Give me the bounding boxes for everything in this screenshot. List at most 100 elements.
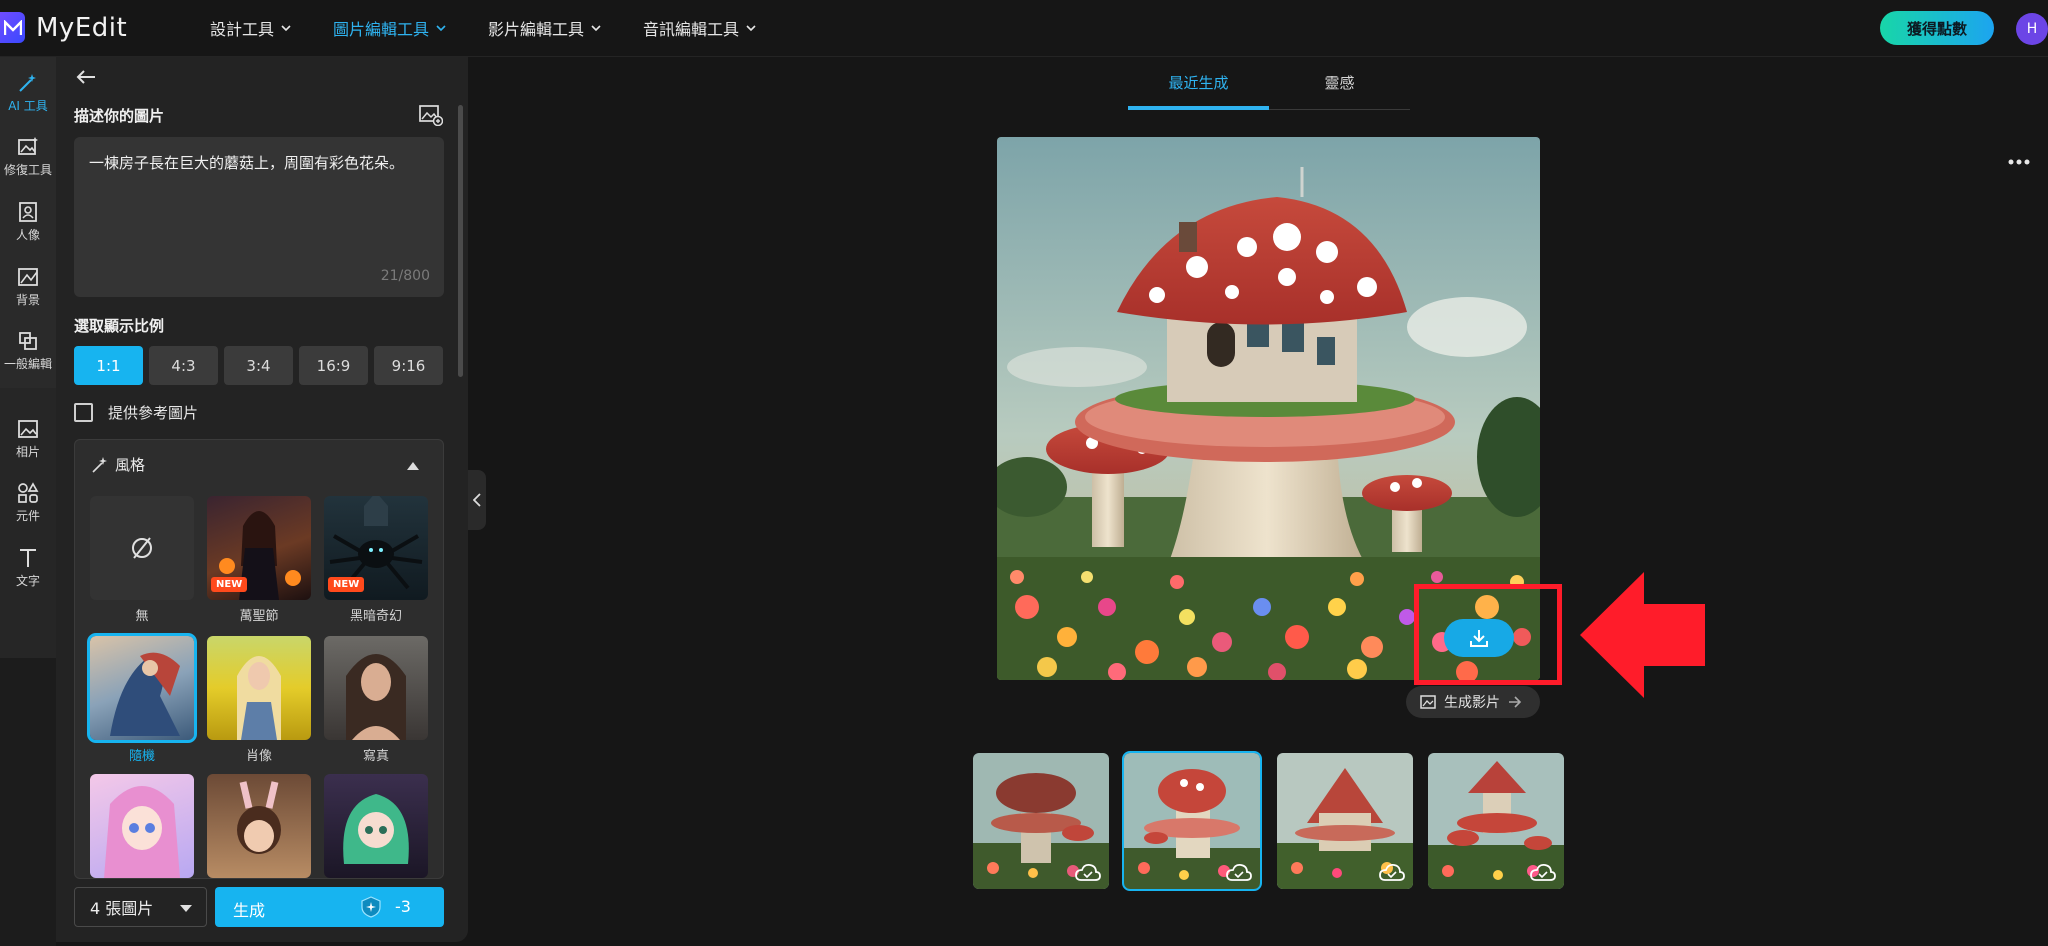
cloud-save-icon[interactable] [1075, 863, 1101, 883]
image-add-icon [419, 105, 444, 127]
style-tile-photo[interactable] [324, 636, 428, 740]
style-tile-halloween[interactable]: NEW [207, 496, 311, 600]
style-header[interactable]: 風格 [91, 454, 145, 475]
rail-label: 文字 [15, 574, 40, 588]
style-tile-anime[interactable] [90, 774, 194, 878]
result-thumbnail[interactable] [1277, 753, 1413, 889]
ratio-4-3-button[interactable]: 4:3 [149, 346, 218, 385]
ratio-16-9-button[interactable]: 16:9 [299, 346, 368, 385]
rail-item-ai-tools[interactable]: AI 工具 [0, 72, 56, 114]
style-label: 萬聖節 [239, 609, 279, 624]
style-label: 無 [135, 609, 149, 624]
result-thumbnail[interactable] [1428, 753, 1564, 889]
background-icon [18, 268, 38, 286]
panel-scrollbar[interactable] [458, 105, 463, 377]
nav-label: 設計工具 [210, 20, 275, 39]
text-icon [20, 549, 36, 567]
style-tile-random[interactable] [87, 633, 197, 743]
crop-icon [19, 332, 37, 350]
chevron-down-icon [746, 24, 756, 31]
rail-item-repair-tools[interactable]: 修復工具 [0, 136, 56, 178]
result-thumbnail-selected[interactable] [1122, 751, 1262, 891]
style-title: 風格 [115, 456, 146, 474]
myedit-logo-icon [0, 12, 25, 43]
generate-video-label: 生成影片 [1444, 695, 1500, 711]
rail-item-text[interactable]: 文字 [0, 547, 56, 589]
avatar[interactable]: H [2016, 13, 2048, 45]
arrow-left-icon [76, 70, 95, 84]
chevron-left-icon [473, 493, 481, 507]
char-count: 21/800 [380, 268, 430, 285]
nav-video-tools[interactable]: 影片編輯工具 [488, 16, 601, 40]
new-badge: NEW [211, 577, 248, 592]
credit-shield-icon [361, 896, 381, 918]
rail-label: 背景 [15, 293, 40, 307]
tab-inspiration[interactable]: 靈感 [1269, 62, 1410, 109]
ai-generate-panel: 描述你的圖片 一棟房子長在巨大的蘑菇上，周圍有彩色花朵。 21/800 選取顯示… [56, 57, 468, 942]
portrait-icon [19, 202, 37, 222]
ratio-9-16-button[interactable]: 9:16 [374, 346, 443, 385]
ratio-1-1-button[interactable]: 1:1 [74, 346, 143, 385]
result-thumbnail[interactable] [973, 753, 1109, 889]
rail-item-elements[interactable]: 元件 [0, 482, 56, 524]
nav-design-tools[interactable]: 設計工具 [210, 16, 291, 40]
describe-title: 描述你的圖片 [74, 107, 165, 125]
rail-item-portrait[interactable]: 人像 [0, 201, 56, 243]
nav-audio-tools[interactable]: 音訊編輯工具 [643, 16, 756, 40]
style-label: 黑暗奇幻 [349, 609, 402, 624]
rail-item-photos[interactable]: 相片 [0, 418, 56, 460]
chevron-down-icon [591, 24, 601, 31]
prompt-textarea[interactable]: 一棟房子長在巨大的蘑菇上，周圍有彩色花朵。 21/800 [74, 137, 444, 297]
style-tile-dark-fantasy[interactable]: NEW [324, 496, 428, 600]
photo-icon [18, 420, 38, 438]
get-points-button[interactable]: 獲得點數 [1880, 11, 1994, 45]
reference-image-option[interactable]: 提供參考圖片 [74, 402, 198, 423]
collapse-panel-button[interactable] [468, 470, 486, 530]
magic-wand-icon [92, 456, 107, 473]
image-fix-icon [18, 137, 38, 155]
style-tile-chibi[interactable] [324, 774, 428, 878]
style-label: 寫真 [362, 749, 389, 764]
image-count-select[interactable]: 4 張圖片 [74, 887, 207, 927]
credit-cost: -3 [395, 897, 411, 916]
back-button[interactable] [76, 69, 96, 89]
rail-item-background[interactable]: 背景 [0, 266, 56, 308]
rail-label: 元件 [15, 509, 40, 523]
rail-label: AI 工具 [8, 99, 48, 113]
pointer-arrow-annotation [1580, 572, 1705, 698]
nav-image-tools[interactable]: 圖片編輯工具 [333, 16, 446, 40]
ratio-title: 選取顯示比例 [74, 317, 165, 335]
rail-label: 修復工具 [3, 163, 52, 177]
rail-item-general-edit[interactable]: 一般編輯 [0, 330, 56, 372]
video-image-icon [1420, 695, 1436, 709]
rail-label: 一般編輯 [3, 357, 52, 371]
collapse-caret-icon[interactable] [407, 462, 419, 470]
download-highlight-annotation [1414, 584, 1562, 685]
cloud-save-icon[interactable] [1530, 863, 1556, 883]
style-tile-cartoon[interactable] [207, 774, 311, 878]
generate-button[interactable]: 生成 -3 [215, 887, 444, 927]
app-name: MyEdit [36, 12, 128, 43]
chevron-down-icon [180, 905, 192, 912]
cloud-save-icon[interactable] [1379, 863, 1405, 883]
generate-label: 生成 [233, 901, 266, 920]
reference-checkbox[interactable] [74, 403, 93, 422]
style-label: 肖像 [245, 749, 272, 764]
cloud-save-icon[interactable] [1226, 863, 1252, 883]
app-logo[interactable]: MyEdit [0, 12, 127, 43]
style-tile-none[interactable] [90, 496, 194, 600]
top-bar: MyEdit 設計工具 圖片編輯工具 影片編輯工具 音訊編輯工具 獲得點數 H [0, 0, 2048, 57]
more-horizontal-icon [2008, 159, 2030, 165]
ratio-3-4-button[interactable]: 3:4 [224, 346, 293, 385]
rail-label: 人像 [15, 228, 40, 242]
generate-video-button[interactable]: 生成影片 [1406, 686, 1540, 718]
prompt-text: 一棟房子長在巨大的蘑菇上，周圍有彩色花朵。 [89, 154, 405, 172]
chevron-down-icon [436, 24, 446, 31]
anime-style-thumbnail [104, 786, 180, 878]
more-options-button[interactable] [2008, 150, 2030, 169]
image-to-prompt-button[interactable] [419, 104, 444, 130]
style-tile-portrait[interactable] [207, 636, 311, 740]
chevron-down-icon [281, 24, 291, 31]
tab-recent[interactable]: 最近生成 [1128, 62, 1269, 110]
tool-rail: AI 工具 修復工具 人像 背景 一般編輯 相片 元件 文字 [0, 57, 56, 946]
